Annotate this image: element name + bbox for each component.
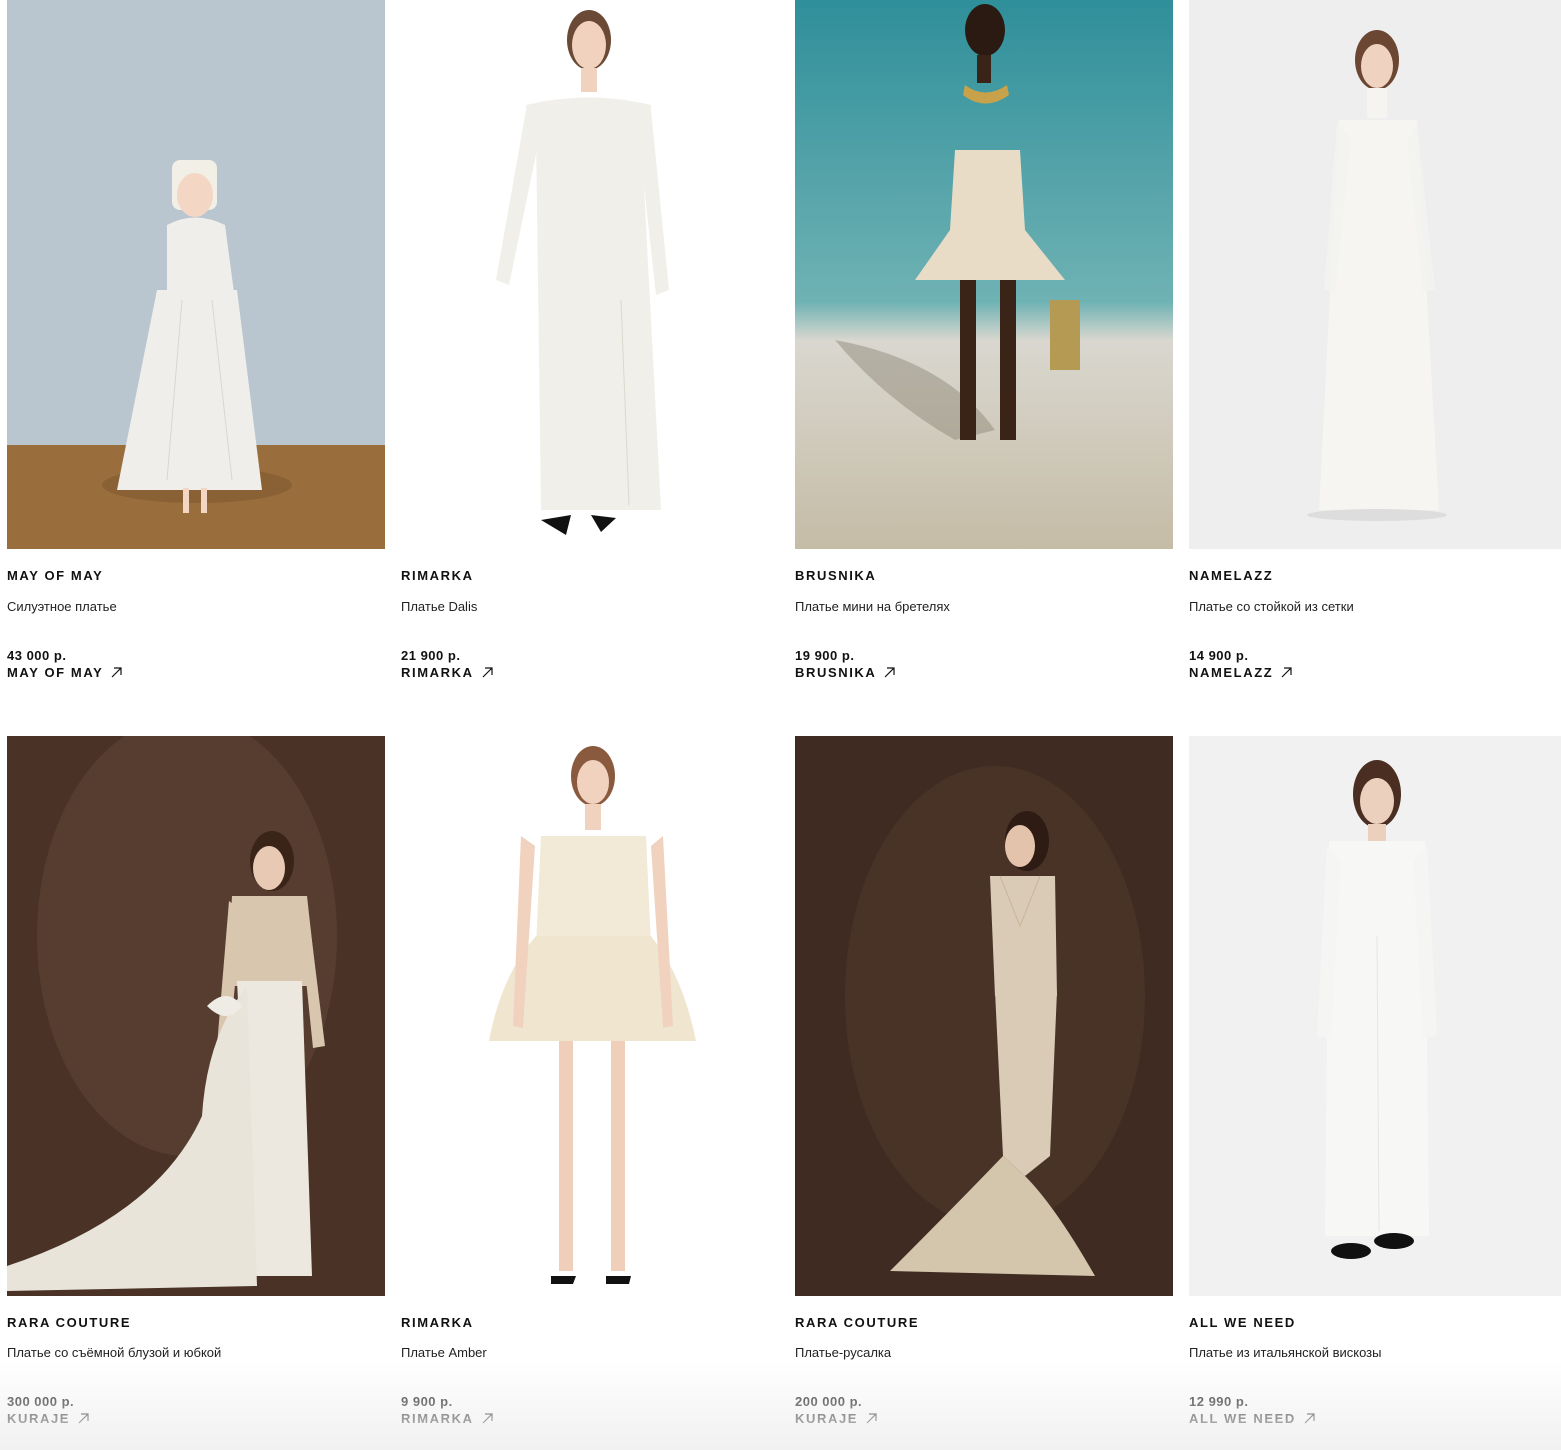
product-price: 21 900 р.	[401, 648, 461, 663]
product-title[interactable]: Силуэтное платье	[7, 599, 117, 614]
shop-link-label: NAMELAZZ	[1189, 665, 1274, 680]
brand-name[interactable]: BRUSNIKA	[795, 568, 876, 583]
product-price: 200 000 р.	[795, 1394, 863, 1409]
product-grid: MAY OF MAY Силуэтное платье 43 000 р. MA…	[0, 0, 1561, 1450]
shop-link-label: ALL WE NEED	[1189, 1411, 1296, 1426]
product-title[interactable]: Платье Amber	[401, 1345, 487, 1360]
brand-name[interactable]: RARA COUTURE	[7, 1315, 131, 1330]
product-photo	[7, 736, 385, 1296]
shop-link[interactable]: BRUSNIKA	[795, 665, 896, 680]
shop-link-label: KURAJE	[7, 1411, 71, 1426]
product-price: 14 900 р.	[1189, 648, 1249, 663]
brand-name[interactable]: RIMARKA	[401, 568, 474, 583]
shop-link[interactable]: KURAJE	[7, 1411, 89, 1426]
product-title[interactable]: Платье из итальянской вискозы	[1189, 1345, 1381, 1360]
product-card[interactable]: ALL WE NEED Платье из итальянской вискоз…	[1189, 736, 1561, 1436]
product-photo	[1189, 736, 1561, 1296]
shop-link[interactable]: KURAJE	[795, 1411, 877, 1426]
shop-link[interactable]: ALL WE NEED	[1189, 1411, 1315, 1426]
product-photo	[1189, 0, 1561, 549]
product-image[interactable]	[795, 0, 1173, 549]
arrow-up-right-icon	[482, 1413, 493, 1424]
product-image[interactable]	[1189, 736, 1561, 1296]
arrow-up-right-icon	[884, 667, 896, 678]
product-title[interactable]: Платье мини на бретелях	[795, 599, 950, 614]
brand-name[interactable]: MAY OF MAY	[7, 568, 103, 583]
product-card[interactable]: MAY OF MAY Силуэтное платье 43 000 р. MA…	[7, 0, 385, 690]
shop-link-label: KURAJE	[795, 1411, 859, 1426]
product-title[interactable]: Платье со стойкой из сетки	[1189, 599, 1354, 614]
product-title[interactable]: Платье Dalis	[401, 599, 477, 614]
shop-link[interactable]: MAY OF MAY	[7, 665, 123, 680]
shop-link[interactable]: NAMELAZZ	[1189, 665, 1292, 680]
shop-link[interactable]: RIMARKA	[401, 665, 493, 680]
shop-link-label: RIMARKA	[401, 1411, 474, 1426]
arrow-up-right-icon	[866, 1413, 877, 1424]
brand-name[interactable]: RARA COUTURE	[795, 1315, 919, 1330]
product-photo	[401, 736, 779, 1296]
product-image[interactable]	[7, 0, 385, 549]
product-title[interactable]: Платье-русалка	[795, 1345, 891, 1360]
product-card[interactable]: RIMARKA Платье Amber 9 900 р. RIMARKA	[401, 736, 779, 1436]
brand-name[interactable]: NAMELAZZ	[1189, 568, 1273, 583]
arrow-up-right-icon	[1281, 667, 1292, 678]
product-price: 9 900 р.	[401, 1394, 453, 1409]
product-photo	[795, 736, 1173, 1296]
product-price: 300 000 р.	[7, 1394, 75, 1409]
product-price: 19 900 р.	[795, 648, 855, 663]
product-card[interactable]: BRUSNIKA Платье мини на бретелях 19 900 …	[795, 0, 1173, 690]
brand-name[interactable]: RIMARKA	[401, 1315, 474, 1330]
product-image[interactable]	[401, 736, 779, 1296]
brand-name[interactable]: ALL WE NEED	[1189, 1315, 1296, 1330]
product-image[interactable]	[401, 0, 779, 549]
product-image[interactable]	[795, 736, 1173, 1296]
product-image[interactable]	[1189, 0, 1561, 549]
arrow-up-right-icon	[482, 667, 493, 678]
product-title[interactable]: Платье со съёмной блузой и юбкой	[7, 1345, 221, 1360]
arrow-up-right-icon	[1304, 1413, 1315, 1424]
arrow-up-right-icon	[112, 667, 123, 678]
shop-link-label: RIMARKA	[401, 665, 474, 680]
shop-link-label: MAY OF MAY	[7, 665, 104, 680]
shop-link[interactable]: RIMARKA	[401, 1411, 493, 1426]
product-image[interactable]	[7, 736, 385, 1296]
product-photo	[795, 0, 1173, 549]
shop-link-label: BRUSNIKA	[795, 665, 877, 680]
product-card[interactable]: NAMELAZZ Платье со стойкой из сетки 14 9…	[1189, 0, 1561, 690]
product-photo	[401, 0, 779, 549]
product-price: 43 000 р.	[7, 648, 67, 663]
product-card[interactable]: RARA COUTURE Платье-русалка 200 000 р. K…	[795, 736, 1173, 1436]
product-photo	[7, 0, 385, 549]
product-card[interactable]: RARA COUTURE Платье со съёмной блузой и …	[7, 736, 385, 1436]
arrow-up-right-icon	[78, 1413, 89, 1424]
product-price: 12 990 р.	[1189, 1394, 1249, 1409]
product-card[interactable]: RIMARKA Платье Dalis 21 900 р. RIMARKA	[401, 0, 779, 690]
